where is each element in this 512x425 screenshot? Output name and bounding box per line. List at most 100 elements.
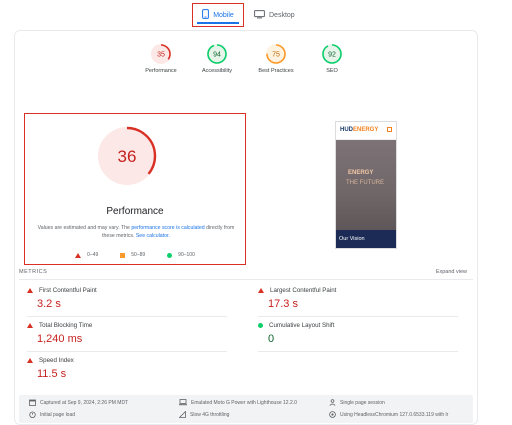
triangle-icon [75,252,82,258]
screenshot-footer: Our Vision [336,230,396,248]
expand-view-toggle[interactable]: Expand view [436,269,467,275]
gauge-accessibility-label: Accessibility [202,68,232,74]
gauge-accessibility-ring: 94 [207,44,227,64]
hero-line-1: ENERGY [348,170,374,176]
performance-note-prefix: Values are estimated and may vary. The [37,225,132,231]
session-text: Single page session [340,399,385,406]
legend-fail-range: 0–49 [87,252,99,258]
tab-mobile[interactable]: Mobile [192,3,244,27]
gauge-performance[interactable]: 35 Performance [136,43,186,74]
gauge-performance-ring: 35 [151,44,171,64]
report-card: 35 Performance 94 Accessibility 75 Best … [14,30,478,425]
metric-si-value: 11.5 s [37,368,67,380]
legend-fail: 0–49 [75,252,98,258]
performance-gauge: 36 [97,126,157,186]
metric-si-label: Speed Index [39,357,74,364]
fail-triangle-icon [258,288,264,293]
square-icon [120,252,126,258]
score-legend: 0–49 50–89 90–100 [25,252,245,258]
metric-fcp-label: First Contentful Paint [39,287,97,294]
legend-pass: 90–100 [167,252,195,258]
tab-desktop[interactable]: Desktop [250,3,300,27]
gauge-best-practices-ring: 75 [266,44,286,64]
metric-divider [258,351,458,352]
gauge-accessibility-score: 94 [213,52,221,59]
screenshot-hero: ENERGY THE FUTURE [336,140,396,232]
metric-cls-value: 0 [268,333,275,345]
person-icon [329,399,336,406]
metric-cls: Cumulative Layout Shift 0 [258,322,458,352]
signal-icon [179,411,186,418]
laptop-icon [179,399,187,406]
performance-summary: 36 Performance Values are estimated and … [24,113,246,265]
metric-fcp: First Contentful Paint 3.2 s [27,287,227,317]
see-calculator-link[interactable]: See calculator. [136,233,170,239]
monitor-icon [254,9,265,21]
logo-suffix: ENERGY [353,127,379,133]
performance-title: Performance [106,206,164,217]
gauge-seo-ring: 92 [322,44,342,64]
metrics-heading: METRICS [19,269,48,275]
metric-lcp-value: 17.3 s [268,298,298,310]
circle-icon [167,252,173,258]
fail-triangle-icon [27,323,33,328]
calendar-icon [29,399,36,406]
initial-load-text: Initial page load [40,411,76,418]
metric-tbt: Total Blocking Time 1,240 ms [27,322,227,352]
screenshot-logo: HUDENERGY [340,127,378,133]
metric-lcp: Largest Contentful Paint 17.3 s [258,287,458,317]
gauge-seo-label: SEO [326,68,338,74]
session-info: Single page session [329,399,385,406]
gauge-accessibility[interactable]: 94 Accessibility [192,43,242,74]
device-tabs: Mobile Desktop [0,0,512,30]
gauge-best-practices-label: Best Practices [258,68,294,74]
final-screenshot[interactable]: HUDENERGY ENERGY THE FUTURE Our Vision [335,121,397,249]
metric-fcp-value: 3.2 s [37,298,61,310]
tab-desktop-label: Desktop [269,11,295,19]
fail-triangle-icon [27,358,33,363]
browser-text: Using HeadlessChromium 127.0.6533.119 wi… [340,411,449,418]
screenshot-header: HUDENERGY [336,122,396,140]
captured-info: Captured at Sep 9, 2024, 2:26 PM MDT [29,399,128,406]
gauge-best-practices-score: 75 [272,52,280,59]
tab-active-indicator [197,22,239,24]
metric-divider [27,316,227,317]
metrics-divider [19,279,473,280]
metric-si: Speed Index 11.5 s [27,357,227,380]
performance-note: Values are estimated and may vary. The p… [33,224,239,240]
device-text: Emulated Moto G Power with Lighthouse 12… [191,399,297,406]
gauge-performance-score: 35 [157,52,165,59]
browser-icon [329,411,336,418]
hero-line-2: THE FUTURE [346,180,384,186]
metric-divider [258,316,458,317]
logo-prefix: HUD [340,127,353,133]
pass-circle-icon [258,323,263,328]
hamburger-icon [387,127,392,132]
throttling-text: Slow 4G throttling [190,411,230,418]
performance-score: 36 [118,147,137,166]
throttling-info: Slow 4G throttling [179,411,229,418]
tab-mobile-label: Mobile [213,11,234,19]
gauge-best-practices[interactable]: 75 Best Practices [251,43,301,74]
browser-info: Using HeadlessChromium 127.0.6533.119 wi… [329,411,448,418]
timer-icon [29,411,36,418]
score-calculated-link[interactable]: performance score is calculated [131,225,204,231]
metric-divider [27,351,227,352]
gauge-seo[interactable]: 92 SEO [307,43,357,74]
fail-triangle-icon [27,288,33,293]
metric-lcp-label: Largest Contentful Paint [270,287,337,294]
legend-average: 50–89 [120,252,145,258]
legend-average-range: 50–89 [131,252,146,258]
screenshot-footer-text: Our Vision [339,236,365,242]
gauge-performance-label: Performance [145,68,177,74]
initial-load-info: Initial page load [29,411,75,418]
legend-pass-range: 90–100 [178,252,195,258]
metric-tbt-value: 1,240 ms [37,333,83,345]
gauge-seo-score: 92 [328,52,336,59]
metric-tbt-label: Total Blocking Time [39,322,93,329]
run-info-panel: Captured at Sep 9, 2024, 2:26 PM MDT Ini… [19,395,473,423]
metric-cls-label: Cumulative Layout Shift [269,322,335,329]
captured-text: Captured at Sep 9, 2024, 2:26 PM MDT [40,399,129,406]
phone-icon [202,9,210,21]
device-info: Emulated Moto G Power with Lighthouse 12… [179,399,297,406]
